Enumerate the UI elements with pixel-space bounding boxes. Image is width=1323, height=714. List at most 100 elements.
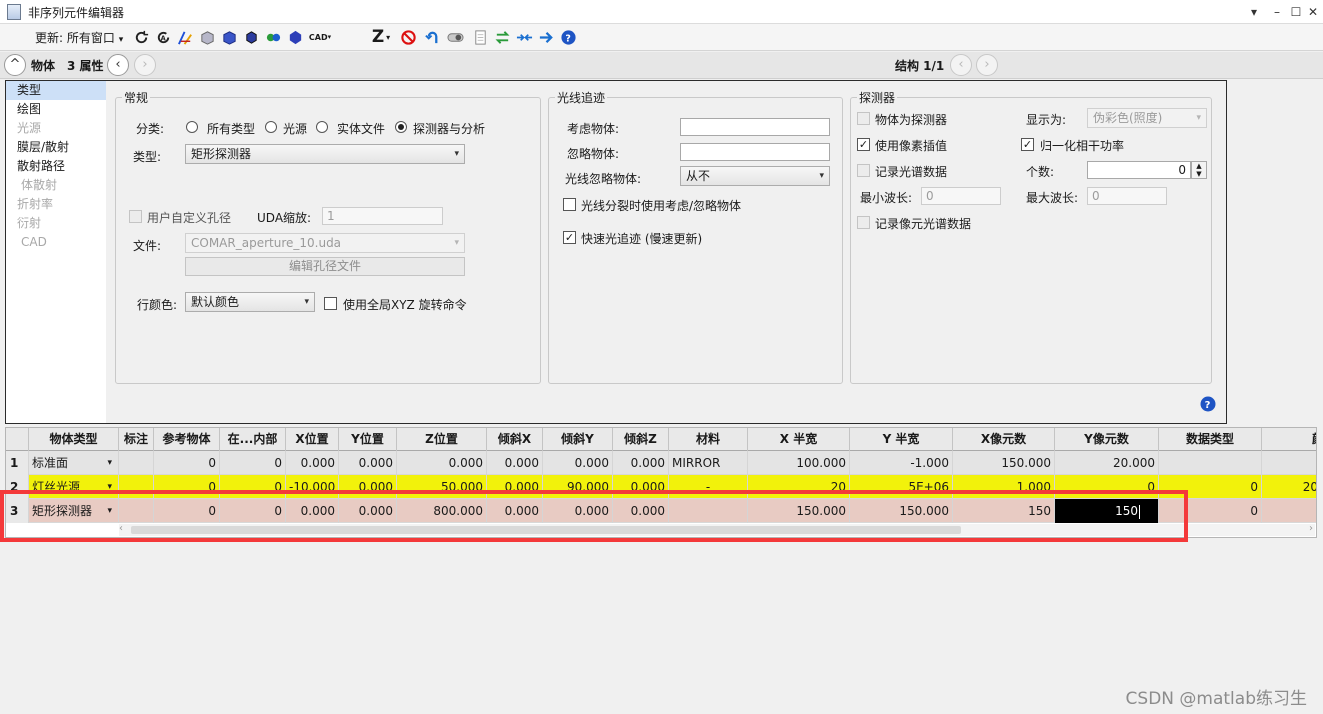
- max-wavelength-input[interactable]: 0: [1087, 187, 1167, 205]
- radio-detector[interactable]: [395, 121, 407, 133]
- nav-item-coating[interactable]: 膜层/散射: [6, 138, 106, 157]
- uda-scale-input[interactable]: 1: [322, 207, 443, 225]
- grid-cell[interactable]: 20.000: [1055, 451, 1159, 475]
- menu-dropdown-button[interactable]: ▾: [1243, 2, 1265, 22]
- toggle-icon[interactable]: [446, 28, 464, 46]
- file-select[interactable]: COMAR_aperture_10.uda ▾: [185, 233, 465, 253]
- grid-cell[interactable]: 0.000: [487, 451, 543, 475]
- z-icon[interactable]: Z ▾: [370, 27, 392, 47]
- collapse-button[interactable]: ^: [4, 54, 26, 76]
- grid-cell[interactable]: 20: [1262, 475, 1316, 499]
- col-header[interactable]: 参考物体: [154, 428, 220, 451]
- grid-cell[interactable]: [1262, 451, 1316, 475]
- edit-aperture-button[interactable]: 编辑孔径文件: [185, 257, 465, 276]
- col-header[interactable]: Y位置: [339, 428, 397, 451]
- grid-cell[interactable]: -1.000: [850, 451, 953, 475]
- shift-icon[interactable]: [515, 28, 533, 46]
- col-header[interactable]: 数据类型: [1159, 428, 1262, 451]
- object-type-cell[interactable]: 标准面 ▾: [29, 451, 119, 475]
- nav-item-diffraction[interactable]: 衍射: [6, 214, 106, 233]
- grid-cell[interactable]: 0.000: [543, 451, 613, 475]
- layout-icon[interactable]: [176, 28, 194, 46]
- close-button[interactable]: ✕: [1302, 2, 1323, 22]
- undo-icon[interactable]: [423, 28, 441, 46]
- col-header[interactable]: X位置: [286, 428, 339, 451]
- record-pixel-spectral-checkbox[interactable]: [857, 216, 870, 229]
- ray-ignore-select[interactable]: 从不 ▾: [680, 166, 830, 186]
- nav-item-draw[interactable]: 绘图: [6, 100, 106, 119]
- grid-cell[interactable]: [119, 451, 154, 475]
- ray-icon[interactable]: [264, 28, 282, 46]
- next-object-button[interactable]: ›: [134, 54, 156, 76]
- grid-cell[interactable]: 0: [220, 451, 286, 475]
- grid-cell[interactable]: 0.000: [339, 451, 397, 475]
- page-icon[interactable]: [471, 28, 489, 46]
- nav-item-type[interactable]: 类型: [6, 81, 106, 100]
- col-header[interactable]: 颜色: [1262, 428, 1316, 451]
- no-icon[interactable]: [399, 28, 417, 46]
- cad-icon[interactable]: CAD ▾: [308, 28, 332, 46]
- chevron-down-icon[interactable]: ▾: [107, 451, 112, 475]
- ignore-objects-input[interactable]: [680, 143, 830, 161]
- global-xyz-checkbox[interactable]: [324, 297, 337, 310]
- grid-cell[interactable]: [1159, 451, 1262, 475]
- grid-cell[interactable]: MIRROR: [669, 451, 748, 475]
- radio-source[interactable]: [265, 121, 277, 133]
- update-dropdown[interactable]: 更新: 所有窗口 ▾: [35, 29, 123, 46]
- prev-object-button[interactable]: ‹: [107, 54, 129, 76]
- col-header[interactable]: 在...内部: [220, 428, 286, 451]
- fast-trace-checkbox[interactable]: ✓: [563, 231, 576, 244]
- count-spinner[interactable]: ▲ ▼: [1191, 161, 1207, 179]
- nav-item-scatter-path[interactable]: 散射路径: [6, 157, 106, 176]
- col-header[interactable]: 倾斜Y: [543, 428, 613, 451]
- col-header[interactable]: X 半宽: [748, 428, 850, 451]
- block2-icon[interactable]: [242, 28, 260, 46]
- swap-icon[interactable]: [493, 28, 511, 46]
- grid-cell[interactable]: 100.000: [748, 451, 850, 475]
- next-structure-button[interactable]: ›: [976, 54, 998, 76]
- split-rays-checkbox[interactable]: [563, 198, 576, 211]
- radio-all-types[interactable]: [186, 121, 198, 133]
- row-color-select[interactable]: 默认颜色 ▾: [185, 292, 315, 312]
- record-spectral-checkbox[interactable]: [857, 164, 870, 177]
- is-detector-checkbox[interactable]: [857, 112, 870, 125]
- col-header[interactable]: Y像元数: [1055, 428, 1159, 451]
- nav-item-volume-scatter[interactable]: 体散射: [6, 176, 106, 195]
- grid-cell[interactable]: 0.000: [286, 451, 339, 475]
- display-as-select[interactable]: 伪彩色(照度) ▾: [1087, 108, 1207, 128]
- col-header[interactable]: Z位置: [397, 428, 487, 451]
- col-header[interactable]: Y 半宽: [850, 428, 953, 451]
- grid-cell[interactable]: 0.000: [613, 451, 669, 475]
- col-header[interactable]: 标注: [119, 428, 154, 451]
- polygon-icon[interactable]: [286, 28, 304, 46]
- col-header[interactable]: 材料: [669, 428, 748, 451]
- min-wavelength-input[interactable]: 0: [921, 187, 1001, 205]
- prev-structure-button[interactable]: ‹: [950, 54, 972, 76]
- grid-cell[interactable]: 0: [154, 451, 220, 475]
- col-header[interactable]: 倾斜Z: [613, 428, 669, 451]
- nav-item-cad[interactable]: CAD: [6, 233, 106, 252]
- arrow-icon[interactable]: [537, 28, 555, 46]
- help-icon[interactable]: ?: [1200, 396, 1216, 412]
- nav-item-index[interactable]: 折射率: [6, 195, 106, 214]
- grid-cell[interactable]: 0.000: [397, 451, 487, 475]
- help-icon[interactable]: ?: [559, 28, 577, 46]
- pixel-interp-checkbox[interactable]: ✓: [857, 138, 870, 151]
- grid-cell[interactable]: [1262, 499, 1316, 523]
- col-header[interactable]: 倾斜X: [487, 428, 543, 451]
- col-header[interactable]: X像元数: [953, 428, 1055, 451]
- row-number[interactable]: 1: [6, 451, 29, 475]
- grid-cell[interactable]: 150.000: [953, 451, 1055, 475]
- col-header[interactable]: 物体类型: [29, 428, 119, 451]
- nav-item-source[interactable]: 光源: [6, 119, 106, 138]
- normalize-checkbox[interactable]: ✓: [1021, 138, 1034, 151]
- refresh-all-icon[interactable]: A: [154, 28, 172, 46]
- count-input[interactable]: 0: [1087, 161, 1191, 179]
- consider-objects-input[interactable]: [680, 118, 830, 136]
- radio-solid-file[interactable]: [316, 121, 328, 133]
- refresh-icon[interactable]: [132, 28, 150, 46]
- custom-aperture-checkbox[interactable]: [129, 210, 142, 223]
- type-select[interactable]: 矩形探测器 ▾: [185, 144, 465, 164]
- block-icon[interactable]: [220, 28, 238, 46]
- table-row[interactable]: 1 标准面 ▾ 0 0 0.000 0.000 0.000 0.000 0.000 0.000 MIR…: [6, 451, 1316, 475]
